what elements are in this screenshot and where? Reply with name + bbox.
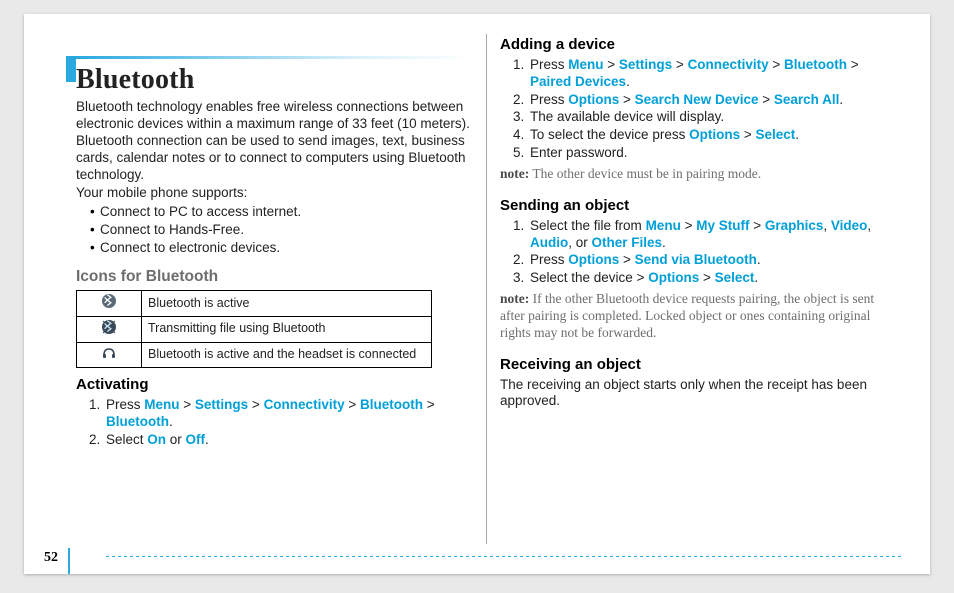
supports-lead: Your mobile phone supports: bbox=[76, 185, 474, 202]
supports-list: Connect to PC to access internet. Connec… bbox=[76, 204, 474, 257]
adding-heading: Adding a device bbox=[500, 36, 898, 55]
activating-heading: Activating bbox=[76, 376, 474, 395]
column-divider bbox=[486, 34, 487, 544]
footer-vert-rule bbox=[68, 548, 70, 574]
receiving-text: The receiving an object starts only when… bbox=[500, 377, 898, 411]
icon-cell bbox=[77, 316, 142, 342]
heading-accent-bar bbox=[66, 56, 76, 82]
sending-steps: Select the file from Menu > My Stuff > G… bbox=[500, 218, 898, 288]
icons-table: Bluetooth is active Transmitting file us… bbox=[76, 290, 432, 368]
activating-steps: Press Menu > Settings > Connectivity > B… bbox=[76, 397, 474, 449]
table-row: Bluetooth is active bbox=[77, 291, 432, 317]
step-item: Press Menu > Settings > Connectivity > B… bbox=[528, 57, 898, 91]
intro-paragraph: Bluetooth technology enables free wirele… bbox=[76, 99, 474, 183]
icon-desc: Bluetooth is active and the headset is c… bbox=[142, 342, 432, 368]
footer-rule-gap bbox=[70, 548, 106, 574]
table-row: Bluetooth is active and the headset is c… bbox=[77, 342, 432, 368]
list-item: Connect to PC to access internet. bbox=[90, 204, 474, 221]
step-item: Press Options > Send via Bluetooth. bbox=[528, 252, 898, 269]
list-item: Connect to Hands-Free. bbox=[90, 222, 474, 239]
note-label: note: bbox=[500, 166, 529, 181]
adding-note: note: The other device must be in pairin… bbox=[500, 166, 898, 183]
adding-steps: Press Menu > Settings > Connectivity > B… bbox=[500, 57, 898, 162]
manual-page: Bluetooth Bluetooth technology enables f… bbox=[24, 14, 930, 574]
receiving-heading: Receiving an object bbox=[500, 356, 898, 375]
page-number: 52 bbox=[44, 550, 58, 566]
icon-cell bbox=[77, 291, 142, 317]
step-item: Select the device > Options > Select. bbox=[528, 270, 898, 287]
icons-heading: Icons for Bluetooth bbox=[76, 267, 474, 286]
step-item: Press Options > Search New Device > Sear… bbox=[528, 92, 898, 109]
left-column: Bluetooth Bluetooth technology enables f… bbox=[76, 30, 474, 548]
icon-cell bbox=[77, 342, 142, 368]
step-item: Select On or Off. bbox=[104, 432, 474, 449]
bluetooth-active-icon bbox=[101, 293, 117, 309]
note-label: note: bbox=[500, 291, 529, 306]
step-item: Select the file from Menu > My Stuff > G… bbox=[528, 218, 898, 252]
page-footer: 52 bbox=[24, 548, 930, 574]
note-text: If the other Bluetooth device requests p… bbox=[500, 291, 874, 340]
bluetooth-transmit-icon bbox=[101, 319, 117, 335]
sending-heading: Sending an object bbox=[500, 197, 898, 216]
step-item: To select the device press Options > Sel… bbox=[528, 127, 898, 144]
step-item: The available device will display. bbox=[528, 109, 898, 126]
content-area: Bluetooth Bluetooth technology enables f… bbox=[24, 14, 930, 548]
page-title: Bluetooth bbox=[76, 62, 474, 97]
icon-desc: Bluetooth is active bbox=[142, 291, 432, 317]
table-row: Transmitting file using Bluetooth bbox=[77, 316, 432, 342]
sending-note: note: If the other Bluetooth device requ… bbox=[500, 291, 898, 342]
step-item: Press Menu > Settings > Connectivity > B… bbox=[104, 397, 474, 431]
list-item: Connect to electronic devices. bbox=[90, 240, 474, 257]
step-item: Enter password. bbox=[528, 145, 898, 162]
footer-rule bbox=[70, 556, 902, 557]
right-column: Adding a device Press Menu > Settings > … bbox=[500, 30, 898, 548]
note-text: The other device must be in pairing mode… bbox=[529, 166, 761, 181]
bluetooth-headset-icon bbox=[101, 345, 117, 361]
icon-desc: Transmitting file using Bluetooth bbox=[142, 316, 432, 342]
